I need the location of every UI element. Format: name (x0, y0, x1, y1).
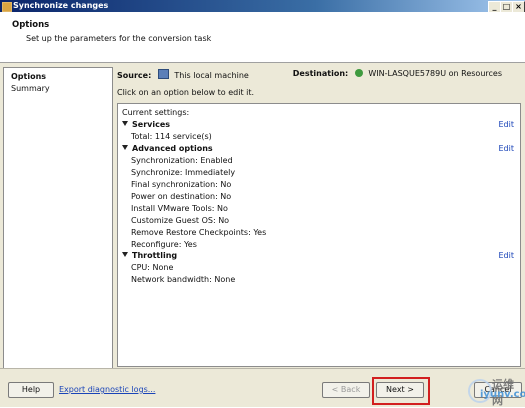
advanced-title: Advanced options (132, 144, 213, 153)
collapse-triangle-icon (122, 145, 128, 150)
services-edit-link[interactable]: Edit (499, 120, 515, 129)
throttling-option: Network bandwidth: None (131, 275, 236, 284)
wizard-footer: Help Export diagnostic logs... < Back Ne… (0, 368, 525, 407)
help-button[interactable]: Help (8, 382, 54, 398)
settings-heading: Current settings: (122, 108, 190, 117)
advanced-option: Power on destination: No (131, 192, 232, 201)
page-subtitle: Set up the parameters for the conversion… (26, 34, 212, 43)
monitor-icon (157, 69, 169, 79)
advanced-option: Reconfigure: Yes (131, 240, 197, 249)
source-destination-bar: Source: This local machine Destination: … (117, 69, 522, 81)
network-host-icon (354, 69, 363, 77)
watermark-en: iyunv.com (480, 389, 525, 400)
advanced-section-toggle[interactable]: Advanced options (122, 144, 213, 153)
advanced-option: Remove Restore Checkpoints: Yes (131, 228, 267, 237)
edit-hint: Click on an option below to edit it. (117, 88, 255, 97)
throttling-title: Throttling (132, 251, 178, 260)
window-title: Synchronize changes (13, 1, 109, 10)
services-title: Services (132, 120, 171, 129)
page-title: Options (12, 20, 50, 30)
throttling-section-toggle[interactable]: Throttling (122, 251, 177, 260)
wizard-body: Options Summary Source: This local machi… (0, 63, 525, 369)
collapse-triangle-icon (122, 252, 128, 257)
destination-value: WIN-LASQUE5789U on Resources (368, 69, 502, 78)
throttling-option: CPU: None (131, 263, 174, 272)
destination: Destination: WIN-LASQUE5789U on Resource… (293, 69, 502, 78)
title-bar: Synchronize changes _ □ × (0, 0, 525, 13)
throttling-edit-link[interactable]: Edit (499, 251, 515, 260)
nav-item-options[interactable]: Options (11, 72, 46, 81)
source-value: This local machine (174, 71, 249, 80)
back-button[interactable]: < Back (322, 382, 370, 398)
advanced-option: Final synchronization: No (131, 180, 232, 189)
collapse-triangle-icon (122, 121, 128, 126)
wizard-header: Options Set up the parameters for the co… (0, 12, 525, 63)
watermark: 运维网 iyunv.com (468, 373, 525, 407)
advanced-option: Install VMware Tools: No (131, 204, 228, 213)
services-total: Total: 114 service(s) (131, 132, 212, 141)
app-icon (2, 2, 12, 12)
wizard-nav: Options Summary (3, 67, 113, 369)
nav-item-summary[interactable]: Summary (11, 84, 50, 93)
next-button-highlight (372, 377, 430, 405)
source-label: Source: (117, 71, 152, 80)
advanced-option: Customize Guest OS: No (131, 216, 230, 225)
destination-label: Destination: (292, 69, 349, 78)
advanced-option: Synchronize: Immediately (131, 168, 236, 177)
advanced-edit-link[interactable]: Edit (499, 144, 515, 153)
settings-panel: Current settings: Services Edit Total: 1… (117, 103, 521, 367)
services-section-toggle[interactable]: Services (122, 120, 170, 129)
export-diagnostic-logs-link[interactable]: Export diagnostic logs... (59, 385, 155, 394)
advanced-option: Synchronization: Enabled (131, 156, 233, 165)
